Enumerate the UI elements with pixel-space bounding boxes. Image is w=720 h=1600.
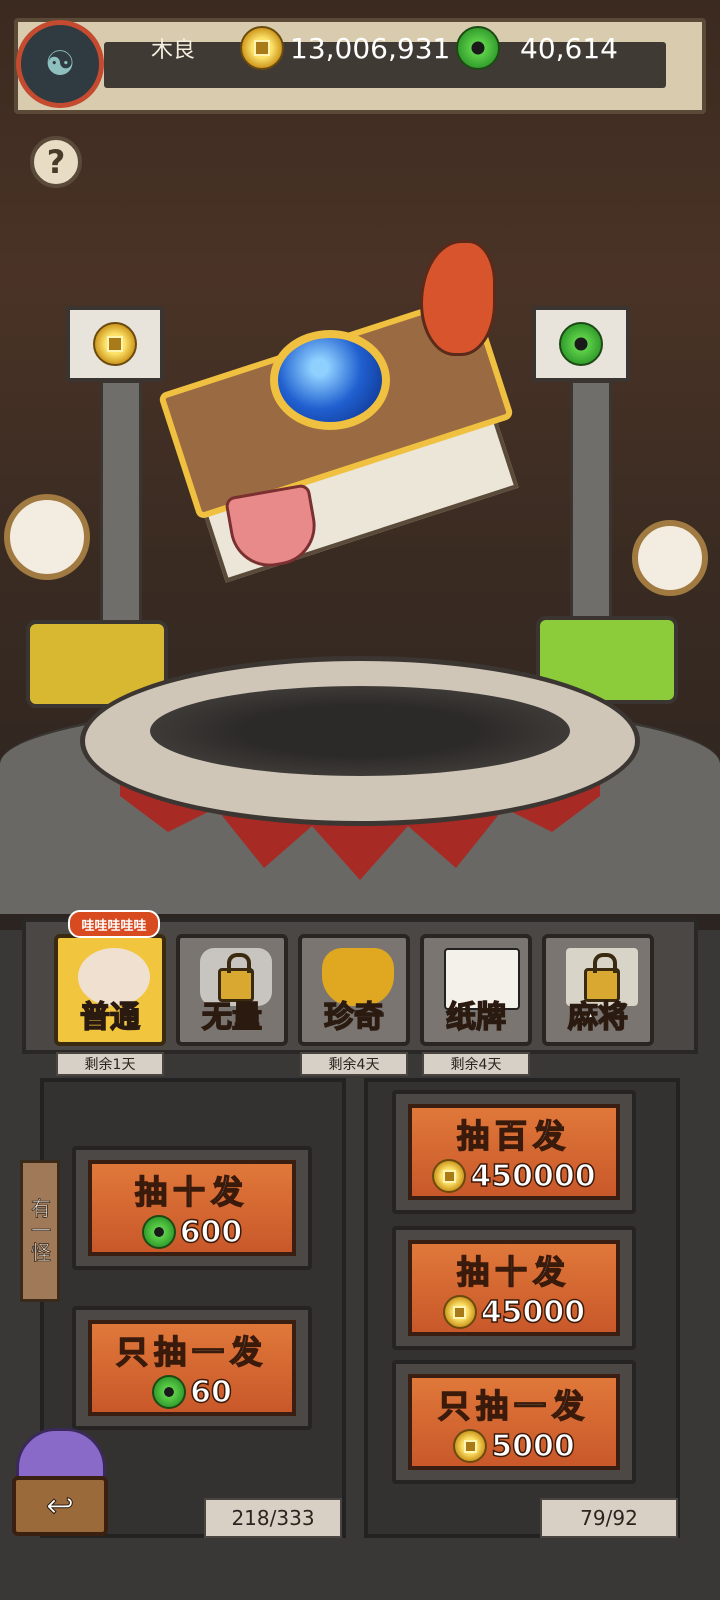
gold-draw-10-frame: 抽十发 45000 [392,1226,636,1350]
remaining-normal: 剩余1天 [56,1052,164,1076]
button-title: 抽十发 [456,1252,571,1292]
button-title: 只抽一发 [437,1386,590,1426]
tab-wuliang[interactable]: 无量 [176,934,288,1046]
button-cost: 5000 [453,1428,575,1464]
jade-draw-1-frame: 只抽一发 60 [72,1306,312,1430]
gold-draw-100-frame: 抽百发 450000 [392,1090,636,1214]
gold-coin-icon [442,1295,477,1329]
left-counter: 218/333 [204,1498,342,1538]
right-gauge-icon [632,520,708,596]
gold-coin-icon [453,1429,488,1463]
button-cost: 60 [152,1374,233,1410]
button-title: 只抽一发 [115,1332,268,1372]
tab-badge: 哇哇哇哇哇 [68,910,160,938]
left-pipe [100,380,142,626]
gold-dispenser [66,306,164,382]
tab-label: 无量 [201,999,263,1036]
gold-coin-icon [432,1159,467,1193]
gold-draw-1-button[interactable]: 只抽一发 5000 [408,1374,620,1470]
button-cost: 45000 [442,1294,586,1330]
tab-zhenqi[interactable]: 珍奇 [298,934,410,1046]
tab-mahjong[interactable]: 麻将 [542,934,654,1046]
gold-coin-icon [240,26,284,70]
jade-draw-10-frame: 抽十发 600 [72,1146,312,1270]
jade-coin-icon [141,1215,176,1249]
button-title: 抽百发 [456,1116,571,1156]
jade-amount: 40,614 [520,31,618,65]
machine-scene: ☯ 木良 13,006,931 40,614 ? [0,0,720,930]
back-button[interactable]: ↩ [12,1476,108,1536]
jade-draw-1-button[interactable]: 只抽一发 60 [88,1320,296,1416]
tab-normal[interactable]: 普通 [54,934,166,1046]
side-tab[interactable]: 有一怪 [20,1160,60,1302]
tab-label: 麻将 [567,999,629,1036]
button-cost: 450000 [432,1158,596,1194]
gold-currency: 13,006,931 [240,26,451,70]
button-title: 抽十发 [134,1172,249,1212]
tab-cards[interactable]: 纸牌 [420,934,532,1046]
jade-currency: 40,614 [456,26,618,70]
left-gauge-icon [4,494,90,580]
jade-draw-10-button[interactable]: 抽十发 600 [88,1160,296,1256]
tab-label: 普通 [79,999,141,1036]
jade-coin-icon [152,1375,187,1409]
tab-label: 珍奇 [323,999,385,1036]
button-cost: 600 [141,1214,243,1250]
monster-book-icon [157,240,530,583]
player-name: 木良 [150,38,195,63]
summon-hole [150,686,570,776]
gold-amount: 13,006,931 [290,31,451,65]
tab-label: 纸牌 [445,999,507,1036]
remaining-cards: 剩余4天 [422,1052,530,1076]
crystal-orb-icon [270,330,390,430]
gold-draw-10-button[interactable]: 抽十发 45000 [408,1240,620,1336]
right-counter: 79/92 [540,1498,678,1538]
gold-draw-100-button[interactable]: 抽百发 450000 [408,1104,620,1200]
remaining-zhenqi: 剩余4天 [300,1052,408,1076]
jade-coin-icon [456,26,500,70]
player-avatar[interactable]: ☯ [16,20,104,108]
help-button[interactable]: ? [30,136,82,188]
jade-dispenser [532,306,630,382]
right-pipe [570,380,612,626]
gold-draw-1-frame: 只抽一发 5000 [392,1360,636,1484]
